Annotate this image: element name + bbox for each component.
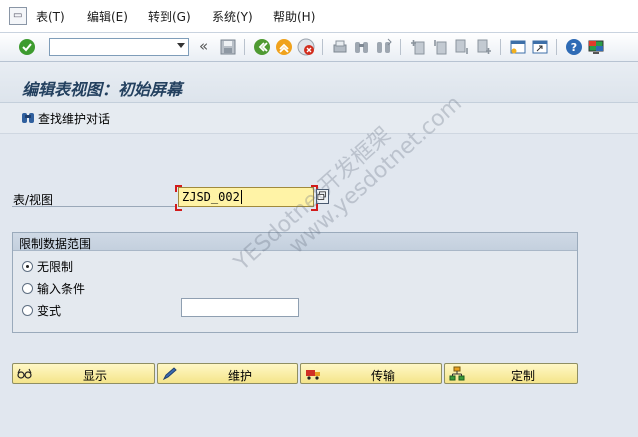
next-page-icon[interactable] bbox=[453, 38, 471, 56]
previous-page-icon[interactable] bbox=[431, 38, 449, 56]
pencil-icon bbox=[162, 367, 177, 381]
menu-table[interactable]: 表(T) bbox=[36, 8, 65, 25]
separator bbox=[244, 39, 245, 55]
transport-button[interactable]: 传输 bbox=[300, 363, 442, 384]
find-next-icon[interactable] bbox=[375, 38, 393, 56]
group-header: 限制数据范围 bbox=[13, 233, 577, 251]
print-icon[interactable] bbox=[331, 38, 349, 56]
title-bar: 编辑表视图：初始屏幕 bbox=[0, 62, 638, 103]
separator bbox=[400, 39, 401, 55]
maintain-label: 维护 bbox=[228, 369, 253, 383]
separator bbox=[500, 39, 501, 55]
table-view-input[interactable]: ZJSD_002 bbox=[178, 187, 314, 207]
svg-text:?: ? bbox=[571, 41, 577, 54]
customize-label: 定制 bbox=[511, 369, 536, 383]
value-help-icon[interactable] bbox=[316, 189, 329, 204]
save-icon[interactable] bbox=[219, 38, 237, 56]
text-cursor bbox=[240, 190, 242, 204]
exit-icon[interactable] bbox=[275, 38, 293, 56]
radio-no-restriction-label[interactable]: 无限制 bbox=[37, 258, 73, 275]
customize-button[interactable]: 定制 bbox=[444, 363, 578, 384]
collapse-icon[interactable]: « bbox=[199, 37, 208, 55]
menu-edit[interactable]: 编辑(E) bbox=[87, 8, 128, 25]
page-title: 编辑表视图：初始屏幕 bbox=[22, 80, 183, 99]
find-maintenance-dialog-label: 查找维护对话 bbox=[38, 112, 111, 126]
separator bbox=[322, 39, 323, 55]
transport-label: 传输 bbox=[371, 369, 396, 383]
radio-no-restriction[interactable] bbox=[22, 261, 33, 272]
help-icon[interactable]: ? bbox=[565, 38, 583, 56]
enter-check-icon[interactable] bbox=[18, 38, 36, 56]
back-icon[interactable] bbox=[253, 38, 271, 56]
menu-help[interactable]: 帮助(H) bbox=[273, 8, 315, 25]
display-label: 显示 bbox=[83, 369, 108, 383]
binoculars-icon bbox=[22, 113, 34, 123]
hierarchy-icon bbox=[449, 366, 465, 381]
first-page-icon[interactable] bbox=[409, 38, 427, 56]
maintain-button[interactable]: 维护 bbox=[157, 363, 298, 384]
variant-input[interactable] bbox=[181, 298, 299, 317]
find-icon[interactable] bbox=[353, 38, 371, 56]
cancel-icon[interactable] bbox=[297, 38, 315, 56]
menu-system[interactable]: 系统(Y) bbox=[212, 8, 253, 25]
restrict-data-range-group: 限制数据范围 无限制 输入条件 变式 bbox=[12, 232, 578, 333]
label-underline bbox=[12, 206, 175, 207]
customize-layout-icon[interactable] bbox=[587, 38, 605, 56]
radio-variant-label[interactable]: 变式 bbox=[37, 302, 61, 319]
radio-enter-conditions-label[interactable]: 输入条件 bbox=[37, 280, 85, 297]
radio-enter-conditions[interactable] bbox=[22, 283, 33, 294]
glasses-icon bbox=[17, 368, 32, 379]
new-session-icon[interactable] bbox=[509, 38, 527, 56]
command-field[interactable] bbox=[49, 38, 189, 56]
radio-variant[interactable] bbox=[22, 305, 33, 316]
command-dropdown-icon[interactable] bbox=[177, 43, 185, 48]
standard-toolbar: « ? bbox=[0, 33, 638, 62]
radio-selected-dot bbox=[26, 265, 29, 268]
separator bbox=[556, 39, 557, 55]
shortcut-icon[interactable] bbox=[531, 38, 549, 56]
group-title: 限制数据范围 bbox=[19, 237, 92, 251]
system-menu-icon[interactable]: ▭ bbox=[9, 7, 27, 25]
display-button[interactable]: 显示 bbox=[12, 363, 155, 384]
last-page-icon[interactable] bbox=[475, 38, 493, 56]
truck-icon bbox=[306, 370, 320, 380]
application-toolbar: 查找维护对话 bbox=[0, 103, 638, 134]
menu-goto[interactable]: 转到(G) bbox=[148, 8, 191, 25]
menu-bar: ▭ 表(T) 编辑(E) 转到(G) 系统(Y) 帮助(H) bbox=[0, 0, 638, 33]
